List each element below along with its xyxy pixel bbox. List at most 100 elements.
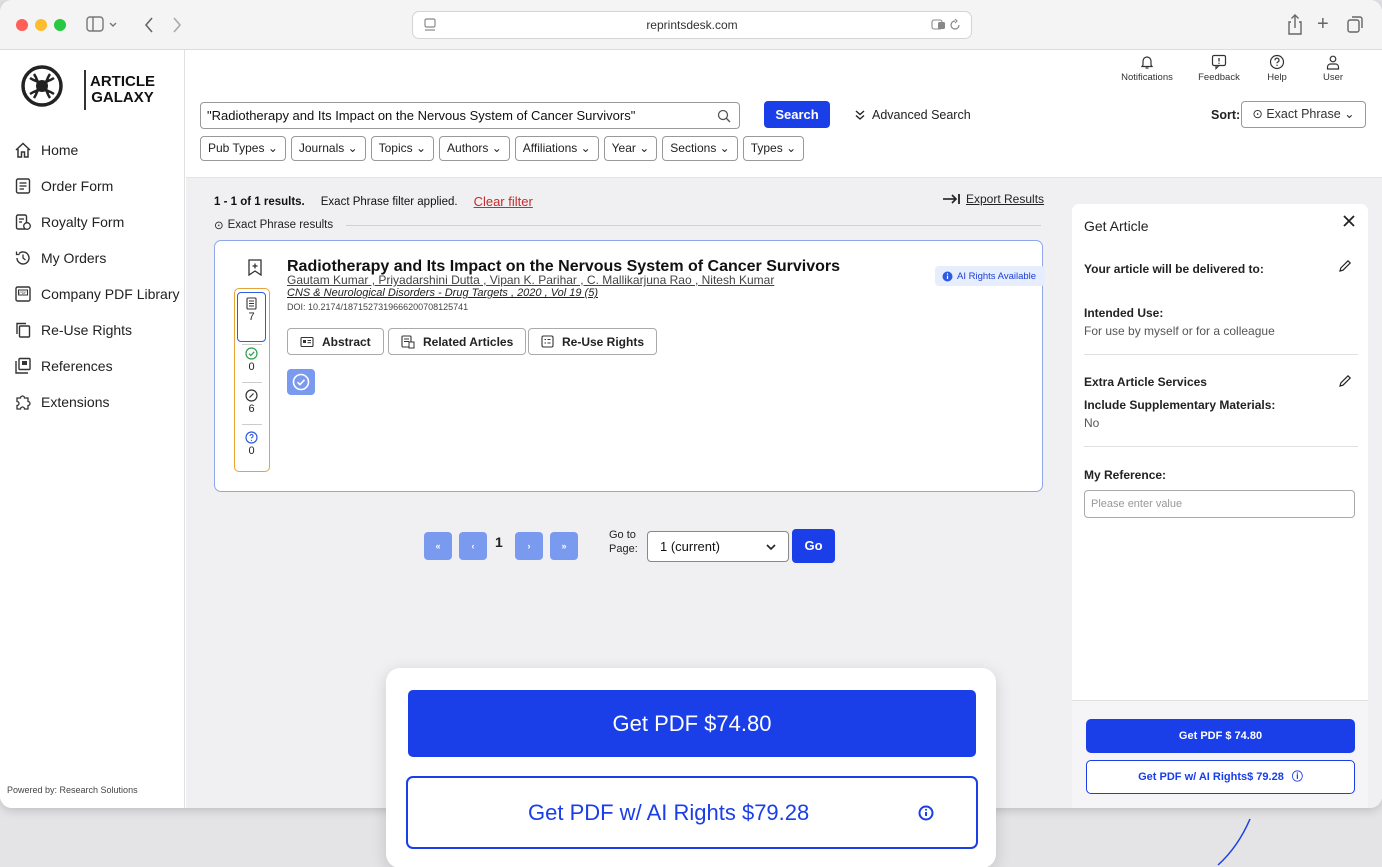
get-pdf-ai-rights-button[interactable]: Get PDF w/ AI Rights$ 79.28 ⓘ bbox=[1086, 760, 1355, 794]
form-icon bbox=[15, 178, 31, 194]
go-button[interactable]: Go bbox=[792, 529, 835, 563]
maximize-window-button[interactable] bbox=[54, 19, 66, 31]
abstract-button[interactable]: Abstract bbox=[287, 328, 384, 355]
translate-reload-icon[interactable] bbox=[931, 18, 961, 32]
stat-documents: 7 bbox=[235, 297, 268, 323]
rights-icon bbox=[541, 335, 554, 348]
search-icon[interactable] bbox=[717, 109, 731, 123]
search-input[interactable]: "Radiotherapy and Its Impact on the Nerv… bbox=[200, 102, 740, 129]
page-select[interactable]: 1 (current) bbox=[647, 531, 789, 562]
home-icon bbox=[15, 142, 31, 158]
sidebar-item-re-use-rights[interactable]: Re-Use Rights bbox=[0, 316, 185, 344]
tab-overview-icon[interactable] bbox=[1346, 13, 1364, 37]
sidebar-item-my-orders[interactable]: My Orders bbox=[0, 244, 185, 272]
next-page-button[interactable]: › bbox=[515, 532, 543, 560]
related-articles-button[interactable]: Related Articles bbox=[388, 328, 527, 355]
minimize-window-button[interactable] bbox=[35, 19, 47, 31]
references-icon bbox=[15, 357, 31, 374]
first-page-button[interactable]: « bbox=[424, 532, 452, 560]
zoom-get-pdf-button[interactable]: Get PDF $74.80 bbox=[408, 690, 976, 757]
search-button[interactable]: Search bbox=[764, 101, 830, 128]
reference-input[interactable]: Please enter value bbox=[1084, 490, 1355, 518]
filter-affiliations[interactable]: Affiliations ⌄ bbox=[514, 136, 599, 161]
get-pdf-button[interactable]: Get PDF $ 74.80 bbox=[1086, 719, 1355, 753]
related-articles-icon bbox=[401, 334, 415, 348]
filter-pub-types[interactable]: Pub Types ⌄ bbox=[200, 136, 286, 161]
browser-toolbar: reprintsdesk.com + bbox=[0, 0, 1382, 50]
address-bar[interactable]: reprintsdesk.com bbox=[412, 11, 972, 39]
bookmark-add-icon[interactable] bbox=[247, 259, 263, 276]
stat-pending: 6 bbox=[235, 389, 268, 415]
sidebar-item-references[interactable]: References bbox=[0, 352, 185, 380]
info-icon bbox=[918, 805, 934, 821]
advanced-search-label: Advanced Search bbox=[872, 108, 971, 122]
user-button[interactable]: User bbox=[1298, 54, 1368, 83]
sidebar-item-extensions[interactable]: Extensions bbox=[0, 388, 185, 416]
article-authors[interactable]: Gautam Kumar , Priyadarshini Dutta , Vip… bbox=[287, 273, 774, 287]
select-article-checkbox[interactable] bbox=[287, 369, 315, 395]
zoomed-buttons-callout: Get PDF $74.80 Get PDF w/ AI Rights $79.… bbox=[386, 668, 996, 867]
search-query: "Radiotherapy and Its Impact on the Nerv… bbox=[207, 108, 636, 123]
filter-topics[interactable]: Topics ⌄ bbox=[370, 136, 435, 161]
sidebar-item-label: Extensions bbox=[41, 394, 110, 410]
abstract-icon bbox=[300, 336, 314, 347]
back-icon[interactable] bbox=[142, 13, 156, 37]
sidebar-toggle-icon[interactable] bbox=[86, 13, 120, 37]
svg-text:PDF: PDF bbox=[19, 291, 27, 295]
sidebar: ARTICLE GALAXY Home Order Form Royalty Fo… bbox=[0, 50, 185, 808]
sidebar-item-company-pdf-library[interactable]: PDF Company PDF Library bbox=[0, 280, 185, 308]
close-window-button[interactable] bbox=[16, 19, 28, 31]
filter-sections[interactable]: Sections ⌄ bbox=[662, 136, 738, 161]
reader-icon[interactable] bbox=[423, 18, 437, 32]
sidebar-item-order-form[interactable]: Order Form bbox=[0, 172, 185, 200]
logo-line2: GALAXY bbox=[91, 89, 154, 106]
supplementary-value: No bbox=[1084, 416, 1100, 430]
notifications-label: Notifications bbox=[1121, 72, 1173, 83]
filter-year[interactable]: Year ⌄ bbox=[603, 136, 658, 161]
search-bar: "Radiotherapy and Its Impact on the Nerv… bbox=[186, 94, 1382, 178]
sidebar-item-home[interactable]: Home bbox=[0, 136, 185, 164]
exact-phrase-icon: ⊙ bbox=[214, 220, 224, 232]
clock-check-icon bbox=[245, 389, 258, 402]
zoom-get-pdf-ai-rights-button[interactable]: Get PDF w/ AI Rights $79.28 bbox=[406, 776, 978, 849]
results-divider bbox=[346, 225, 1041, 226]
sort-label: Sort: bbox=[1211, 108, 1241, 122]
stat-unknown: 0 bbox=[235, 431, 268, 457]
powered-by-text: Powered by: Research Solutions bbox=[7, 785, 138, 795]
stats-separator bbox=[242, 344, 262, 345]
filter-authors[interactable]: Authors ⌄ bbox=[439, 136, 510, 161]
user-label: User bbox=[1322, 72, 1344, 83]
article-card[interactable]: 7 0 6 0 Radiotherapy and Its Impact on t… bbox=[214, 240, 1045, 492]
article-journal[interactable]: CNS & Neurological Disorders - Drug Targ… bbox=[287, 287, 598, 299]
info-icon: ⓘ bbox=[1291, 771, 1303, 783]
new-tab-icon[interactable]: + bbox=[1317, 14, 1329, 34]
sort-select[interactable]: ⊙ Exact Phrase ⌄ bbox=[1241, 101, 1366, 128]
share-icon[interactable] bbox=[1286, 13, 1304, 37]
notifications-button[interactable]: Notifications bbox=[1112, 54, 1182, 83]
filter-types[interactable]: Types ⌄ bbox=[742, 136, 805, 161]
check-circle-icon bbox=[292, 373, 310, 391]
sidebar-item-royalty-form[interactable]: Royalty Form bbox=[0, 208, 185, 236]
delivery-label: Your article will be delivered to: bbox=[1084, 262, 1264, 276]
prev-page-button[interactable]: ‹ bbox=[459, 532, 487, 560]
filter-journals[interactable]: Journals ⌄ bbox=[290, 136, 366, 161]
advanced-search-link[interactable]: Advanced Search bbox=[854, 108, 971, 122]
history-icon bbox=[15, 251, 30, 265]
last-page-button[interactable]: » bbox=[550, 532, 578, 560]
re-use-rights-button[interactable]: Re-Use Rights bbox=[528, 328, 658, 355]
close-icon[interactable] bbox=[1342, 214, 1356, 228]
info-icon bbox=[942, 271, 953, 281]
forward-icon[interactable] bbox=[170, 13, 184, 37]
filter-bar: Pub Types ⌄ Journals ⌄ Topics ⌄ Authors … bbox=[200, 136, 805, 161]
export-results-link[interactable]: Export Results bbox=[942, 192, 1044, 206]
clear-filter-link[interactable]: Clear filter bbox=[474, 194, 533, 209]
article-galaxy-logo[interactable]: ARTICLE GALAXY bbox=[20, 64, 180, 116]
chevron-down-icon: ⌄ bbox=[1344, 107, 1355, 121]
user-icon bbox=[1326, 55, 1340, 70]
panel-divider bbox=[1084, 446, 1358, 447]
sidebar-item-label: References bbox=[41, 358, 113, 374]
pencil-icon[interactable] bbox=[1338, 259, 1352, 273]
current-page[interactable]: 1 bbox=[495, 534, 503, 550]
pencil-icon[interactable] bbox=[1338, 374, 1352, 388]
stats-separator bbox=[242, 382, 262, 383]
